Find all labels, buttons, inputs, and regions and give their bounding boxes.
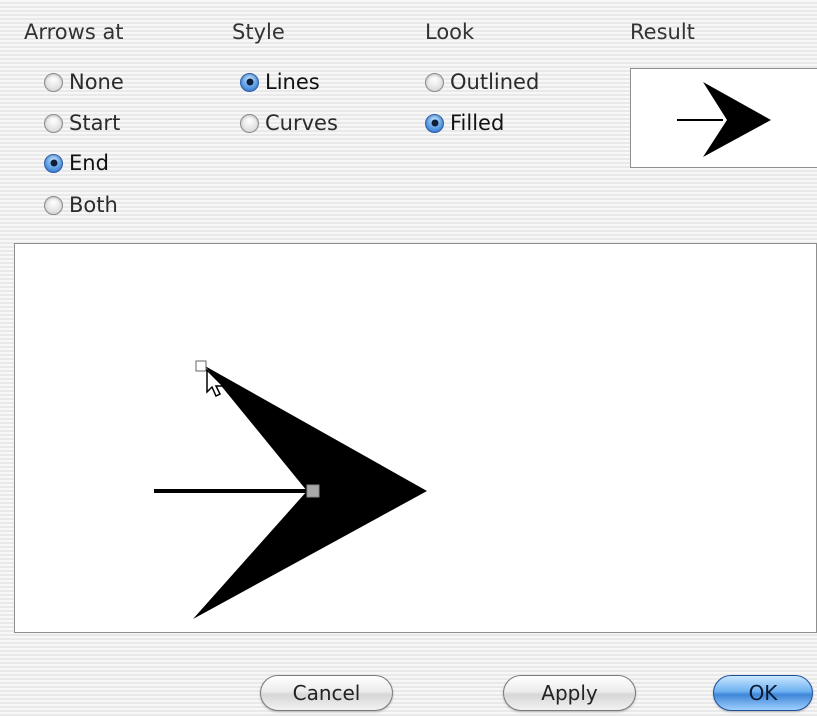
- result-preview: [630, 68, 817, 168]
- radio-label-lines: Lines: [265, 70, 320, 94]
- radio-look-filled[interactable]: Filled: [425, 111, 504, 135]
- shaft-end-handle: [306, 484, 320, 498]
- radio-arrows-end[interactable]: End: [44, 151, 109, 175]
- radio-unselected-icon: [425, 72, 444, 92]
- apply-button[interactable]: Apply: [503, 675, 636, 711]
- header-style: Style: [232, 20, 285, 44]
- header-result: Result: [630, 20, 695, 44]
- radio-look-outlined[interactable]: Outlined: [425, 70, 539, 94]
- radio-unselected-icon: [44, 195, 63, 215]
- radio-label-curves: Curves: [265, 111, 338, 135]
- radio-arrows-both[interactable]: Both: [44, 193, 118, 217]
- radio-arrows-start[interactable]: Start: [44, 111, 120, 135]
- radio-unselected-icon: [240, 113, 259, 133]
- header-arrows-at: Arrows at: [24, 20, 124, 44]
- radio-style-curves[interactable]: Curves: [240, 111, 338, 135]
- radio-label-filled: Filled: [450, 111, 505, 135]
- radio-label-start: Start: [69, 111, 121, 135]
- radio-selected-icon: [425, 113, 444, 133]
- result-arrow-icon: [677, 82, 771, 157]
- arrow-drawing: [154, 360, 427, 619]
- cancel-button[interactable]: Cancel: [260, 675, 393, 711]
- header-look: Look: [425, 20, 475, 44]
- radio-label-both: Both: [69, 193, 118, 217]
- arrowhead-corner-handle: [195, 360, 207, 372]
- radio-unselected-icon: [44, 113, 63, 133]
- radio-selected-icon: [44, 153, 63, 173]
- radio-style-lines[interactable]: Lines: [240, 70, 320, 94]
- arrow-editor-canvas[interactable]: [14, 243, 817, 633]
- radio-arrows-none[interactable]: None: [44, 70, 124, 94]
- radio-selected-icon: [240, 72, 259, 92]
- radio-label-outlined: Outlined: [450, 70, 540, 94]
- radio-label-end: End: [69, 151, 109, 175]
- radio-label-none: None: [69, 70, 124, 94]
- ok-button[interactable]: OK: [713, 675, 813, 711]
- radio-unselected-icon: [44, 72, 63, 92]
